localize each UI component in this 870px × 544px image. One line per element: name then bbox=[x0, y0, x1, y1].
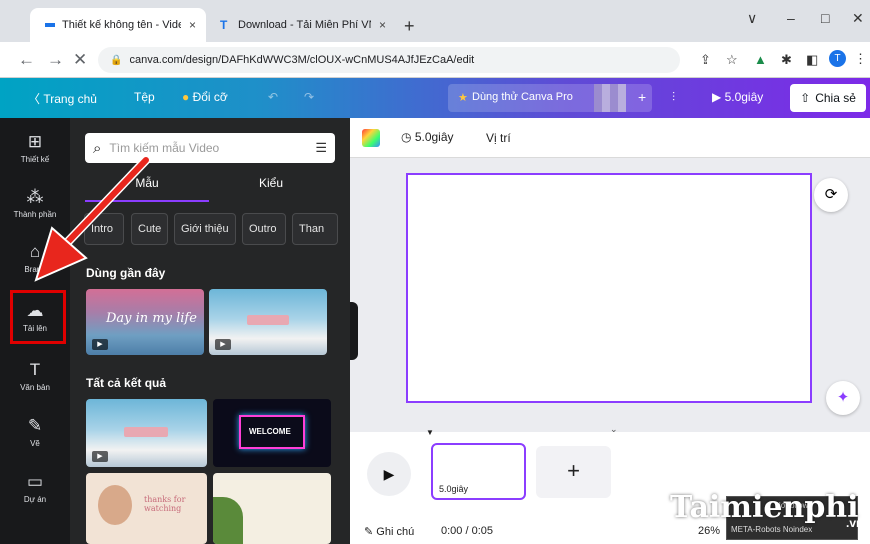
red-arrow-annotation bbox=[34, 155, 151, 282]
